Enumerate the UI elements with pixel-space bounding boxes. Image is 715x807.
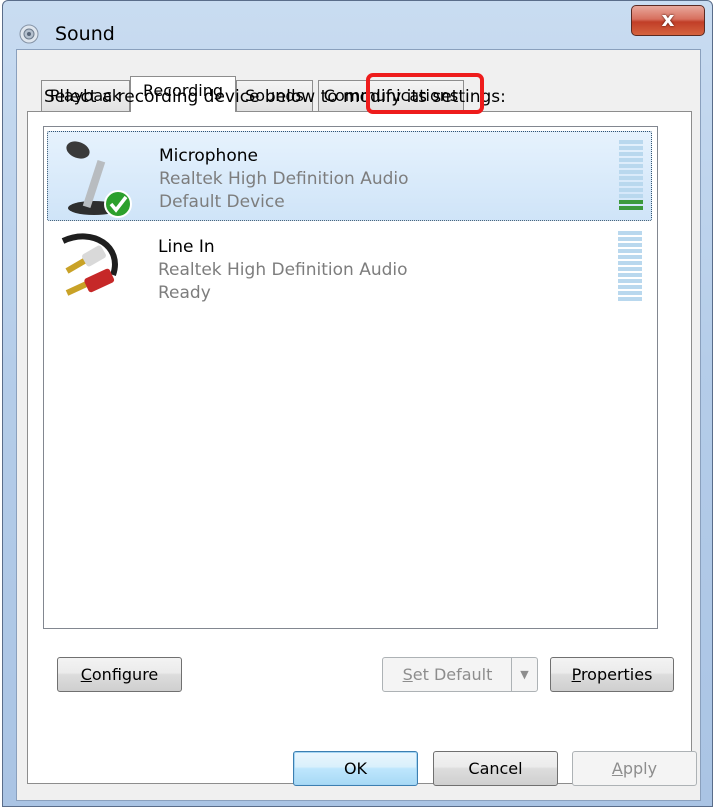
level-segment [619,170,643,174]
mnemonic: S [402,665,413,684]
button-label: roperties [580,665,653,684]
cancel-button[interactable]: Cancel [433,751,558,786]
level-segment [618,237,642,241]
device-name: Microphone [159,146,258,166]
chevron-down-icon[interactable]: ▼ [511,658,537,691]
level-segment [619,200,643,204]
button-label: et Default [412,665,493,684]
level-meter [619,140,643,212]
level-segment [618,279,642,283]
sound-dialog: Sound x Playback Recording Sounds Commun… [2,0,713,807]
level-segment [618,273,642,277]
level-segment [619,164,643,168]
level-segment [619,152,643,156]
device-driver: Realtek High Definition Audio [158,260,408,280]
rca-cable-icon [61,233,118,296]
level-segment [619,182,643,186]
level-segment [619,194,643,198]
mnemonic: A [611,759,623,778]
level-segment [618,255,642,259]
recording-device-list[interactable]: Microphone Realtek High Definition Audio… [43,126,658,629]
button-label: onfigure [91,665,159,684]
list-item[interactable]: Line In Realtek High Definition Audio Re… [47,223,652,313]
level-segment [618,261,642,265]
level-segment [619,188,643,192]
level-segment [618,291,642,295]
level-meter [618,231,642,303]
speaker-icon [19,24,39,44]
device-status: Default Device [159,192,285,212]
level-segment [619,140,643,144]
window-title: Sound [55,23,115,45]
level-segment [618,285,642,289]
set-default-button[interactable]: Set Default ▼ [382,657,538,692]
level-segment [619,146,643,150]
level-segment [618,249,642,253]
title-bar[interactable]: Sound [3,1,712,49]
apply-button[interactable]: Apply [572,751,697,786]
button-label: pply [622,759,658,778]
device-status: Ready [158,283,211,303]
close-button[interactable]: x [631,5,705,36]
level-segment [618,231,642,235]
device-name: Line In [158,237,215,257]
level-segment [619,206,643,210]
level-segment [619,176,643,180]
mnemonic: P [571,665,581,684]
properties-button[interactable]: Properties [550,657,674,692]
configure-button[interactable]: Configure [57,657,182,692]
level-segment [619,158,643,162]
device-driver: Realtek High Definition Audio [159,169,409,189]
list-item[interactable]: Microphone Realtek High Definition Audio… [47,131,652,221]
level-segment [618,297,642,301]
annotation-highlight-box [366,73,484,114]
ok-button[interactable]: OK [293,751,418,786]
level-segment [618,243,642,247]
microphone-icon [66,141,132,218]
mnemonic: C [80,665,92,684]
level-segment [618,267,642,271]
